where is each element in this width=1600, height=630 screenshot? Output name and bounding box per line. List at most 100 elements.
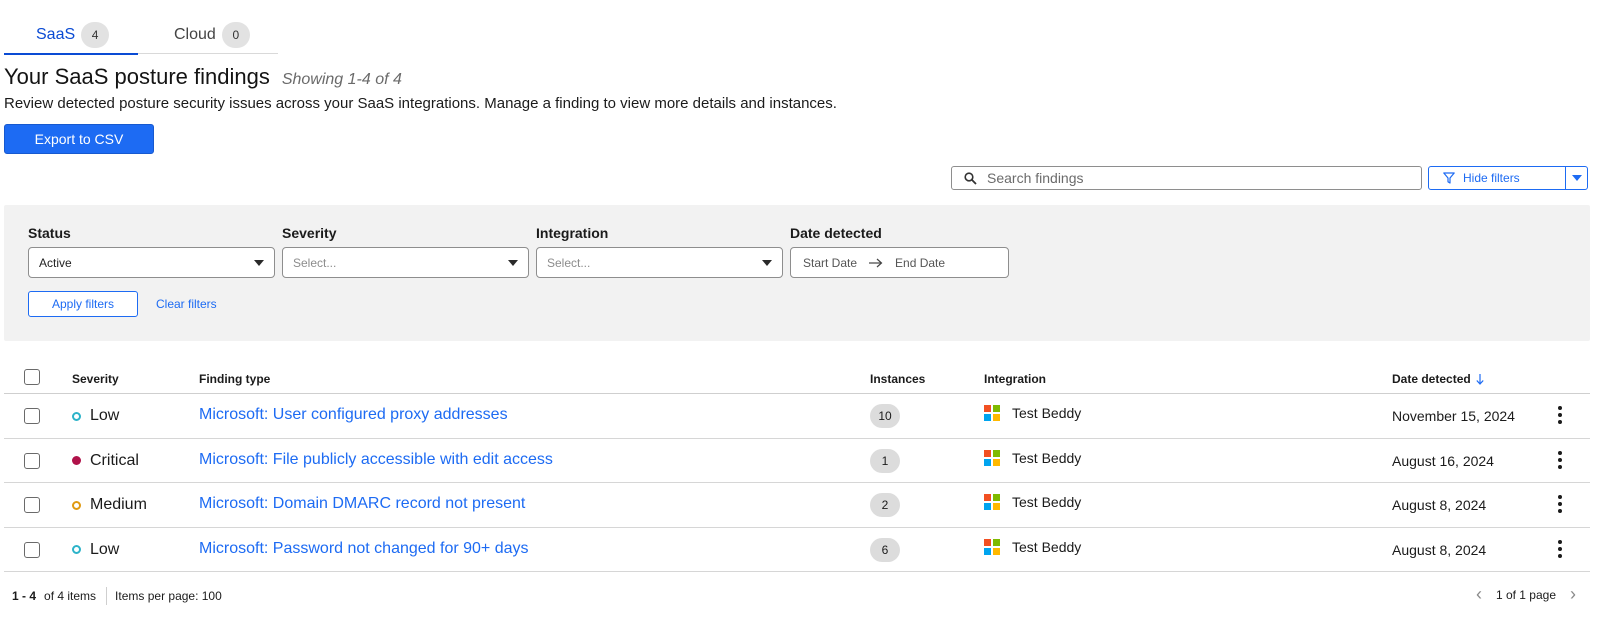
findings-tabs: SaaS 4 Cloud 0 xyxy=(4,16,280,55)
findings-table: Severity Finding type Instances Integrat… xyxy=(4,360,1590,572)
tab-saas[interactable]: SaaS 4 xyxy=(4,16,138,55)
hide-filters-button[interactable]: Hide filters xyxy=(1428,166,1588,190)
severity-label: Critical xyxy=(90,451,139,469)
instances-badge: 2 xyxy=(870,493,900,517)
tab-cloud-label: Cloud xyxy=(174,26,216,43)
page-title: Your SaaS posture findings xyxy=(4,64,270,89)
finding-link[interactable]: Microsoft: File publicly accessible with… xyxy=(199,451,553,469)
kebab-icon[interactable] xyxy=(1554,538,1566,560)
integration-select[interactable]: Select... xyxy=(536,247,783,278)
column-header-severity[interactable]: Severity xyxy=(72,372,119,386)
status-select-value: Active xyxy=(39,255,72,270)
chevron-down-icon xyxy=(762,259,772,266)
start-date-input[interactable]: Start Date xyxy=(803,256,857,270)
column-header-finding-type[interactable]: Finding type xyxy=(199,372,270,386)
chevron-down-icon xyxy=(254,259,264,266)
severity-label: Low xyxy=(90,540,120,558)
arrow-down-icon xyxy=(1476,373,1484,385)
table-row[interactable]: Low Microsoft: Password not changed for … xyxy=(4,528,1590,572)
search-input[interactable] xyxy=(987,170,1407,186)
integration-name: Test Beddy xyxy=(1012,538,1082,555)
kebab-icon[interactable] xyxy=(1554,404,1566,426)
severity-label: Low xyxy=(90,407,120,424)
integration-select-value: Select... xyxy=(547,255,591,270)
pagination-total: of 4 items xyxy=(44,589,97,603)
hide-filters-label: Hide filters xyxy=(1463,171,1520,185)
date-range-picker[interactable]: Start Date End Date xyxy=(790,247,1009,278)
select-all-checkbox[interactable] xyxy=(24,369,40,385)
filter-options-dropdown[interactable] xyxy=(1565,167,1587,189)
status-filter: Status Active xyxy=(28,225,275,278)
column-header-integration[interactable]: Integration xyxy=(984,372,1046,386)
severity-medium-icon xyxy=(72,500,81,510)
severity-select[interactable]: Select... xyxy=(282,247,529,278)
status-select[interactable]: Active xyxy=(28,247,275,278)
tab-cloud[interactable]: Cloud 0 xyxy=(138,16,280,54)
integration-filter-label: Integration xyxy=(536,225,609,241)
finding-link[interactable]: Microsoft: User configured proxy address… xyxy=(199,406,508,424)
date-detected: August 16, 2024 xyxy=(1392,452,1494,469)
tab-cloud-count: 0 xyxy=(221,22,250,48)
instances-badge: 1 xyxy=(870,448,900,473)
microsoft-logo-icon xyxy=(984,494,1000,510)
severity-label: Medium xyxy=(90,496,147,513)
integration-name: Test Beddy xyxy=(1012,494,1082,510)
finding-link[interactable]: Microsoft: Password not changed for 90+ … xyxy=(199,540,529,558)
table-row[interactable]: Low Microsoft: User configured proxy add… xyxy=(4,394,1590,439)
row-checkbox[interactable] xyxy=(24,497,40,513)
column-header-instances[interactable]: Instances xyxy=(870,372,925,386)
severity-filter: Severity Select... xyxy=(282,225,529,278)
chevron-down-icon xyxy=(1571,175,1582,181)
severity-cell: Low xyxy=(72,541,119,559)
integration-cell: Test Beddy xyxy=(984,449,1081,466)
severity-low-icon xyxy=(72,545,81,554)
search-box xyxy=(951,166,1422,190)
chevron-down-icon xyxy=(508,259,518,266)
table-header: Severity Finding type Instances Integrat… xyxy=(4,360,1590,394)
status-filter-label: Status xyxy=(28,225,71,241)
filter-icon xyxy=(1443,172,1455,184)
tab-saas-label: SaaS xyxy=(36,26,76,43)
chevron-left-icon[interactable]: ‹ xyxy=(1476,584,1482,605)
severity-cell: Low xyxy=(72,407,119,425)
hide-filters-main[interactable]: Hide filters xyxy=(1429,167,1565,189)
integration-cell: Test Beddy xyxy=(984,538,1082,555)
date-detected-header-label: Date detected xyxy=(1392,372,1471,386)
arrow-right-icon xyxy=(869,258,883,267)
integration-name: Test Beddy xyxy=(1012,405,1082,421)
pagination-summary: 1 - 4 of 4 items Items per page: 100 xyxy=(12,587,222,605)
row-checkbox[interactable] xyxy=(24,541,40,558)
chevron-right-icon[interactable]: › xyxy=(1570,584,1576,605)
instances-badge: 6 xyxy=(870,537,900,562)
pagination: 1 - 4 of 4 items Items per page: 100 ‹ 1… xyxy=(4,584,1590,605)
table-row[interactable]: Critical Microsoft: File publicly access… xyxy=(4,439,1590,483)
table-row[interactable]: Medium Microsoft: Domain DMARC record no… xyxy=(4,483,1590,528)
kebab-icon[interactable] xyxy=(1554,449,1566,471)
kebab-icon[interactable] xyxy=(1554,493,1566,515)
integration-cell: Test Beddy xyxy=(984,494,1081,510)
microsoft-logo-icon xyxy=(984,538,1000,555)
end-date-input[interactable]: End Date xyxy=(895,256,945,270)
items-per-page[interactable]: Items per page: 100 xyxy=(115,589,222,603)
export-csv-button[interactable]: Export to CSV xyxy=(4,124,154,154)
clear-filters-link[interactable]: Clear filters xyxy=(156,297,217,311)
apply-filters-button[interactable]: Apply filters xyxy=(28,291,138,317)
microsoft-logo-icon xyxy=(984,405,1000,421)
severity-select-value: Select... xyxy=(293,255,337,270)
filter-panel: Status Active Severity Select... Integra… xyxy=(4,205,1590,341)
page-info: 1 of 1 page xyxy=(1495,587,1556,602)
date-filter-label: Date detected xyxy=(790,225,882,241)
integration-cell: Test Beddy xyxy=(984,405,1081,421)
date-detected: August 8, 2024 xyxy=(1392,497,1487,513)
date-detected: August 8, 2024 xyxy=(1392,541,1487,558)
finding-link[interactable]: Microsoft: Domain DMARC record not prese… xyxy=(199,495,525,513)
severity-cell: Critical xyxy=(72,452,139,470)
severity-low-icon xyxy=(72,411,81,421)
severity-filter-label: Severity xyxy=(282,225,337,241)
pagination-controls: ‹ 1 of 1 page › xyxy=(1476,584,1576,605)
column-header-date-detected[interactable]: Date detected xyxy=(1392,372,1484,386)
row-checkbox[interactable] xyxy=(24,452,40,469)
date-detected: November 15, 2024 xyxy=(1392,408,1515,424)
title-row: Your SaaS posture findings Showing 1-4 o… xyxy=(4,64,402,90)
row-checkbox[interactable] xyxy=(24,408,40,424)
